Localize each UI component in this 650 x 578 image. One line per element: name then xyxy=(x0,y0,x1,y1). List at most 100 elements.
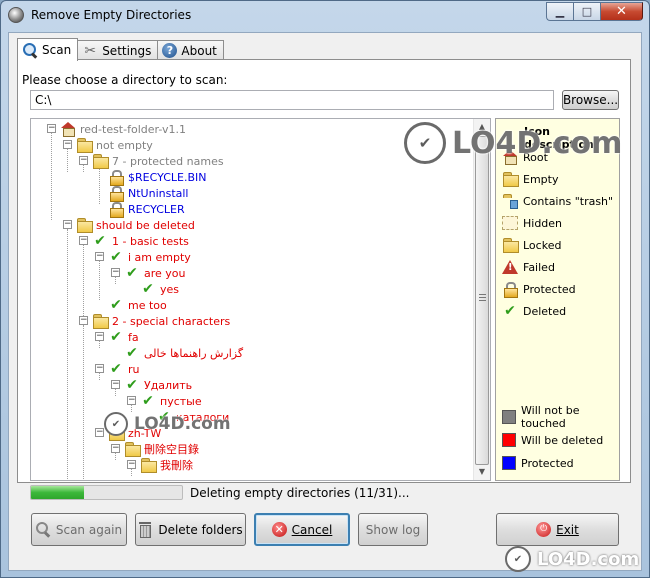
tree-node[interactable]: should be deleted xyxy=(76,217,195,233)
tree-line xyxy=(83,245,84,316)
maximize-button[interactable]: □ xyxy=(573,2,600,21)
tree-node-label: 1 - basic tests xyxy=(112,234,189,248)
tree-node[interactable]: ✔ are you xyxy=(124,265,185,281)
legend-item-root: Root xyxy=(502,149,548,165)
collapse-toggle[interactable]: − xyxy=(95,428,104,437)
tree-node[interactable]: ✔ Удалить xyxy=(124,377,192,393)
lock-icon xyxy=(502,282,518,298)
exit-button[interactable]: ⏻ Exit xyxy=(496,513,619,546)
tree-node[interactable]: ✔ گزارش راهنماها خالی xyxy=(124,345,243,361)
tree-node-label: fa xyxy=(128,330,139,344)
tree-node[interactable]: RECYCLER xyxy=(108,201,185,218)
check-icon: ✔ xyxy=(94,233,106,249)
tree-node[interactable]: ✔ каталоги xyxy=(156,409,229,425)
scan-again-button[interactable]: Scan again xyxy=(31,513,127,546)
collapse-toggle[interactable]: − xyxy=(111,268,120,277)
legend-label: Root xyxy=(523,150,548,164)
legend-label: Hidden xyxy=(523,216,563,230)
folder-icon xyxy=(92,314,109,329)
tree-node[interactable]: 2 - special characters xyxy=(92,313,230,329)
check-icon: ✔ xyxy=(126,377,138,393)
tab-label: Settings xyxy=(102,43,152,58)
collapse-toggle[interactable]: − xyxy=(95,252,104,261)
folder-icon xyxy=(92,154,109,169)
icon-legend: Icon description Root Empty Contains "tr… xyxy=(495,118,620,481)
legend-item-empty: Empty xyxy=(502,171,558,187)
tree-node[interactable]: ✔ fa xyxy=(108,329,139,345)
check-icon: ✔ xyxy=(110,249,122,265)
close-button[interactable]: ✕ xyxy=(600,2,643,21)
button-label: Scan again xyxy=(55,522,123,537)
tree-line xyxy=(115,389,116,396)
tree-scrollbar[interactable]: ▲ ▼ xyxy=(473,119,490,480)
tree-line xyxy=(99,373,100,380)
close-icon: ✕ xyxy=(616,4,627,19)
collapse-toggle[interactable]: − xyxy=(111,444,120,453)
button-label: Exit xyxy=(556,522,579,537)
collapse-toggle[interactable]: − xyxy=(79,236,88,245)
tree-node[interactable]: zh-TW xyxy=(108,425,161,441)
show-log-button[interactable]: Show log xyxy=(358,513,428,546)
progress-fill xyxy=(31,486,84,499)
check-icon: ✔ xyxy=(142,281,154,297)
browse-button[interactable]: Browse... xyxy=(562,90,619,110)
tree-node[interactable]: ✔ 1 - basic tests xyxy=(92,233,189,249)
folder-icon xyxy=(108,426,125,441)
scroll-up-arrow-icon[interactable]: ▲ xyxy=(474,119,490,135)
collapse-toggle[interactable]: − xyxy=(79,316,88,325)
minimize-button[interactable]: ▁ xyxy=(546,2,573,21)
tree-node[interactable]: ✔ me too xyxy=(108,297,167,313)
collapse-toggle[interactable]: − xyxy=(79,156,88,165)
tree-node-root[interactable]: red-test-folder-v1.1 xyxy=(60,121,186,137)
collapse-toggle[interactable]: − xyxy=(127,396,136,405)
lock-icon xyxy=(108,202,124,218)
delete-folders-button[interactable]: Delete folders xyxy=(135,513,246,546)
directory-tree[interactable]: − − − − − − − − − − − − − − − red-test-f… xyxy=(30,118,491,481)
tree-node[interactable]: ✔ i am empty xyxy=(108,249,191,265)
legend-item-locked: Locked xyxy=(502,237,561,253)
tab-about[interactable]: ? About xyxy=(157,40,224,60)
directory-path-input[interactable] xyxy=(30,90,554,110)
collapse-toggle[interactable]: − xyxy=(95,364,104,373)
legend-label: Protected xyxy=(521,456,574,470)
tab-label: Scan xyxy=(42,43,72,57)
collapse-toggle[interactable]: − xyxy=(95,332,104,341)
legend-item-deleted: ✔ Deleted xyxy=(502,303,566,319)
tree-line xyxy=(115,277,116,284)
check-icon: ✔ xyxy=(110,361,122,377)
tree-node-label: 7 - protected names xyxy=(112,154,224,168)
tree-node[interactable]: not empty xyxy=(76,137,153,153)
search-icon xyxy=(35,522,51,537)
gray-swatch xyxy=(502,410,516,424)
tree-node-label: yes xyxy=(160,282,180,296)
legend-item-trash: Contains "trash" xyxy=(502,193,613,209)
tab-settings[interactable]: ✂ Settings xyxy=(77,40,159,60)
collapse-toggle[interactable]: − xyxy=(63,220,72,229)
collapse-toggle[interactable]: − xyxy=(47,124,56,133)
collapse-toggle[interactable]: − xyxy=(63,140,72,149)
collapse-toggle[interactable]: − xyxy=(127,460,136,469)
tree-line xyxy=(131,405,132,412)
cancel-button[interactable]: ✕ Cancel xyxy=(254,513,350,546)
tree-node[interactable]: 7 - protected names xyxy=(92,153,224,169)
tree-node[interactable]: 我刪除 xyxy=(140,457,193,473)
tree-node[interactable]: $RECYCLE.BIN xyxy=(108,169,206,186)
tree-node[interactable]: ✔ ru xyxy=(108,361,139,377)
title-bar[interactable]: Remove Empty Directories ▁ □ ✕ xyxy=(1,1,649,31)
legend-item-protected: Protected xyxy=(502,281,576,298)
minimize-icon: ▁ xyxy=(555,5,565,18)
collapse-toggle[interactable]: − xyxy=(111,380,120,389)
tree-line xyxy=(131,469,132,476)
tree-node-label: 我刪除 xyxy=(160,459,193,472)
app-icon xyxy=(8,7,24,23)
scroll-down-arrow-icon[interactable]: ▼ xyxy=(474,464,490,480)
tree-node[interactable]: NtUninstall xyxy=(108,185,189,202)
tree-node[interactable]: ✔ пустые xyxy=(140,393,202,409)
tree-node-label: not empty xyxy=(96,138,153,152)
tab-scan[interactable]: Scan xyxy=(17,38,79,61)
browse-label: Browse... xyxy=(562,93,619,107)
tree-node[interactable]: ✔ yes xyxy=(140,281,179,297)
tree-node[interactable]: 刪除空目錄 xyxy=(124,441,199,457)
scroll-thumb[interactable] xyxy=(475,136,489,465)
folder-icon xyxy=(140,458,157,473)
